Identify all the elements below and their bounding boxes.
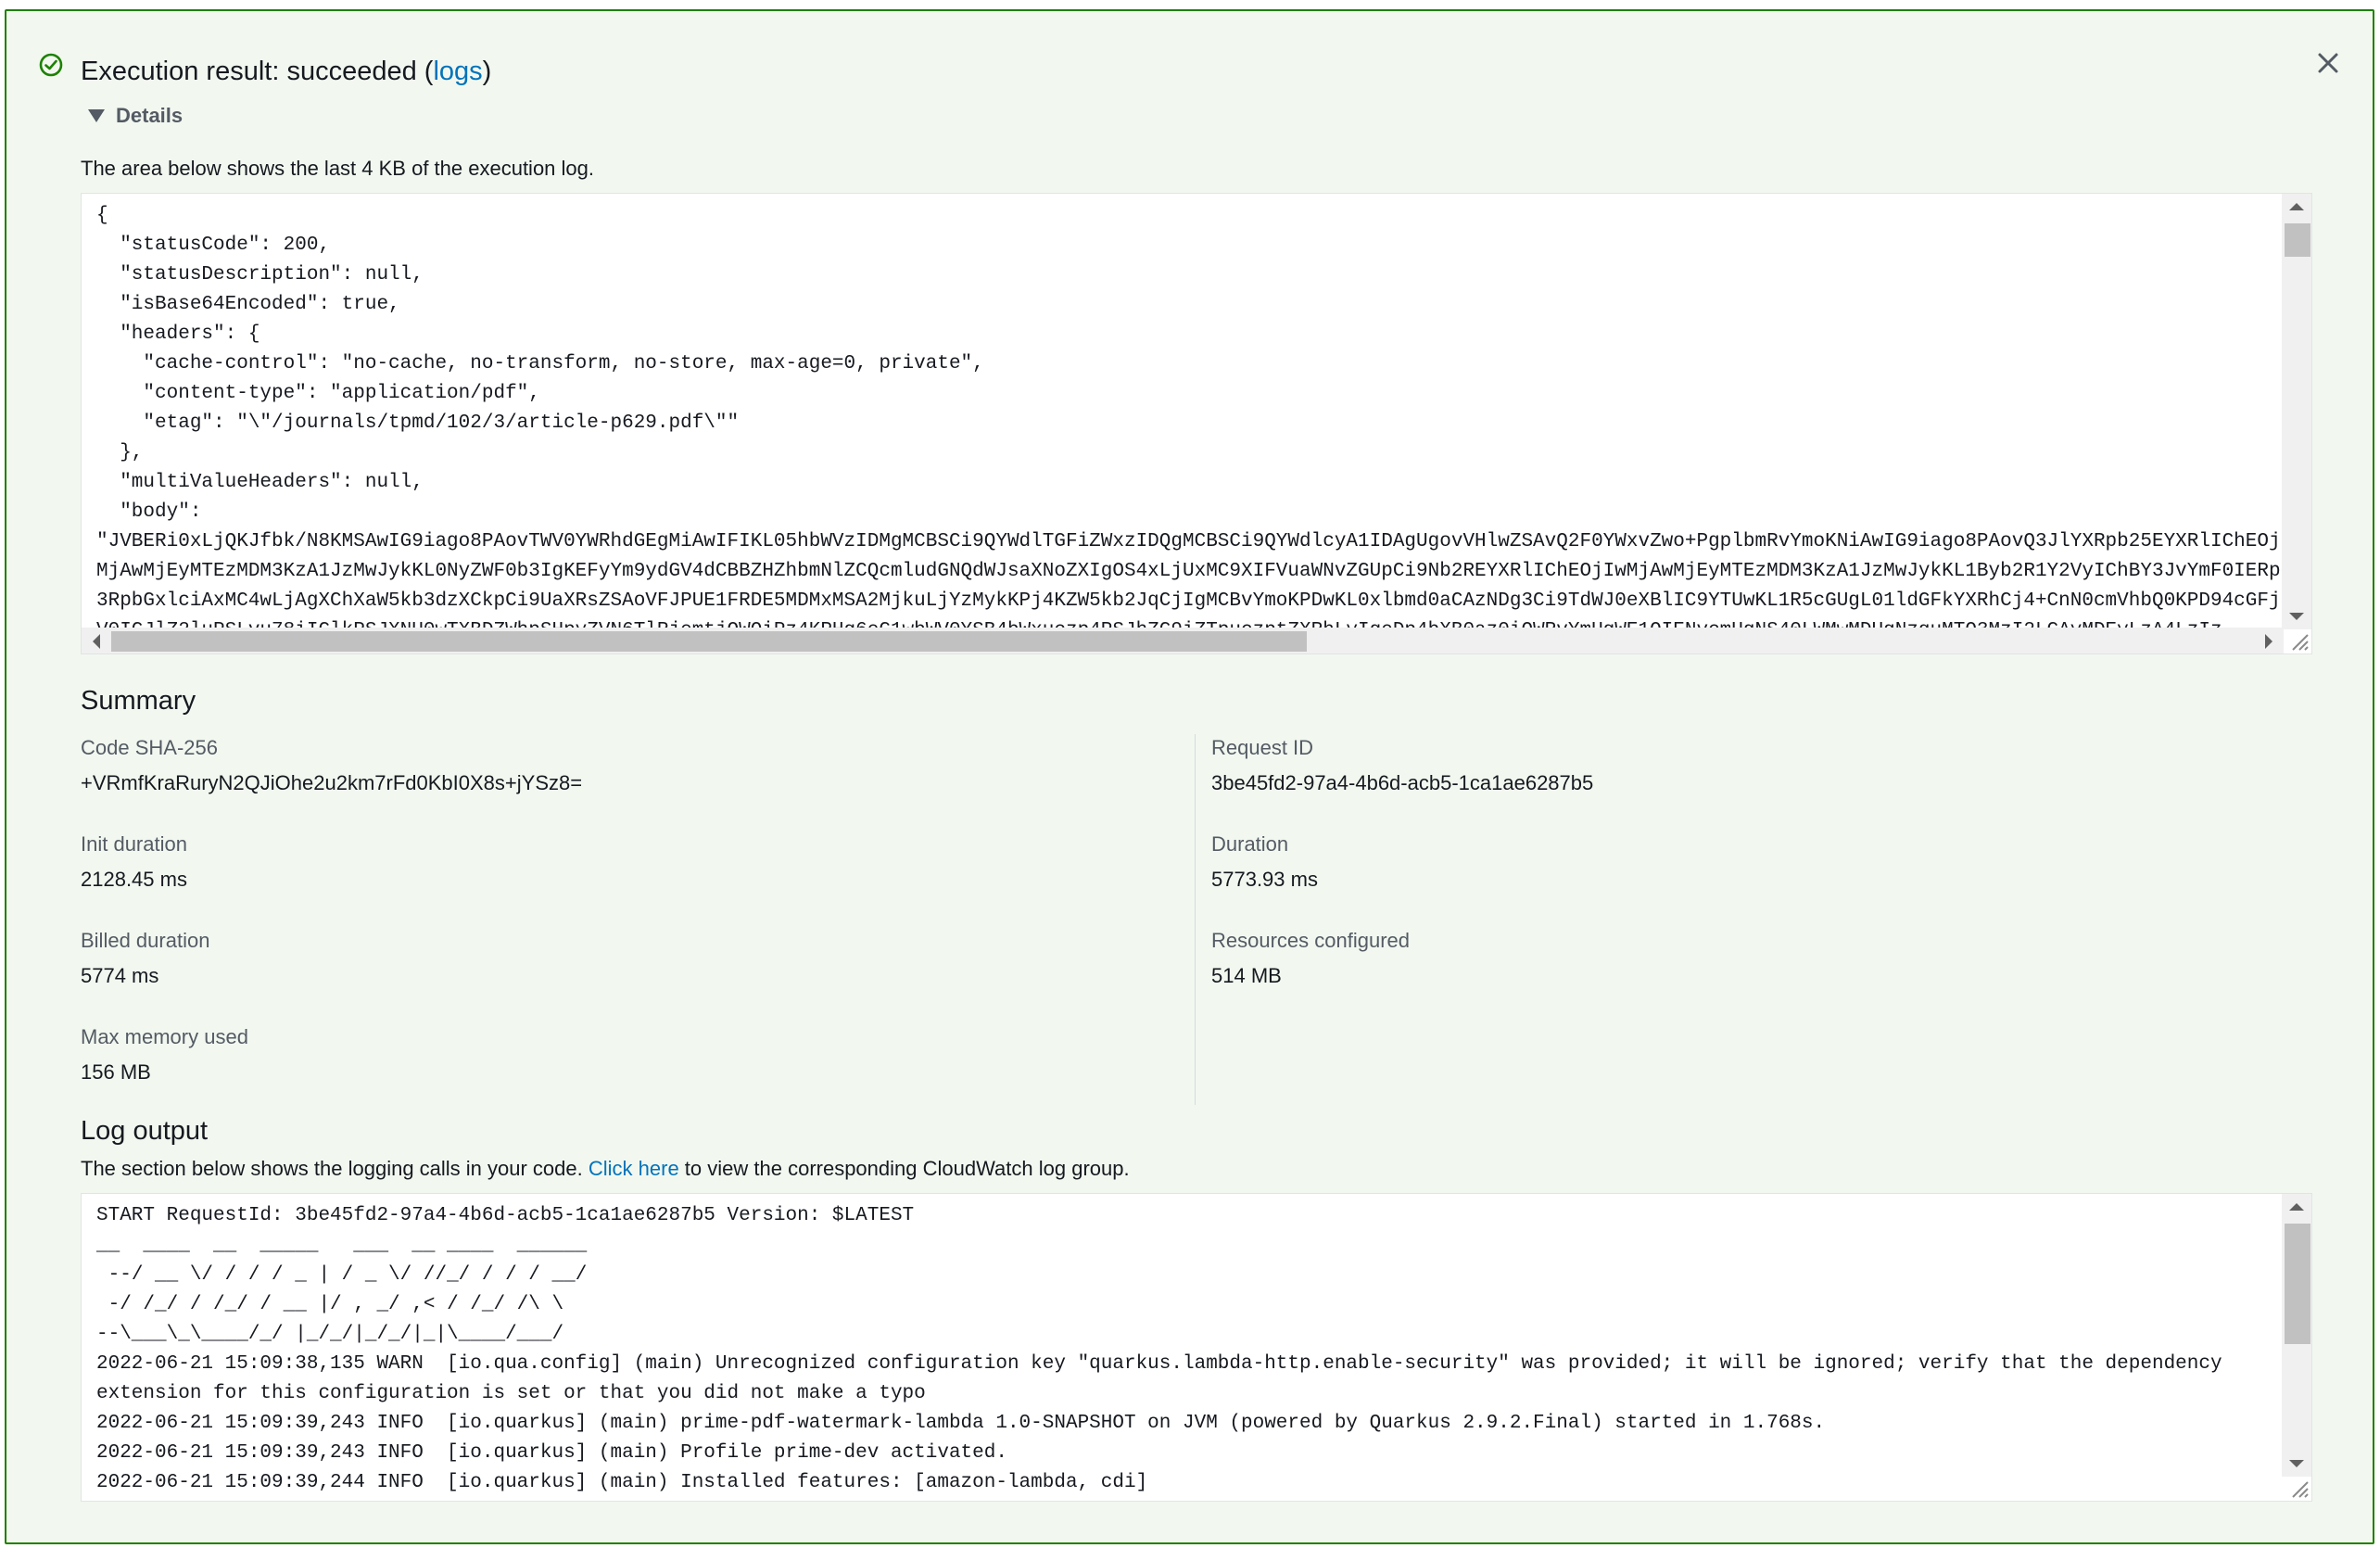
summary-heading: Summary <box>81 686 196 716</box>
summary-label: Request ID <box>1211 736 1314 759</box>
summary-item: Duration 5773.93 ms <box>1211 831 2323 894</box>
summary-value: 2128.45 ms <box>81 868 187 891</box>
result-title-prefix: Execution result: succeeded ( <box>81 57 434 86</box>
cloudwatch-link[interactable]: Click here <box>589 1157 679 1180</box>
execution-log-description: The area below shows the last 4 KB of th… <box>81 157 594 180</box>
scroll-down-icon[interactable] <box>2289 1460 2304 1469</box>
logs-link[interactable]: logs <box>433 57 482 86</box>
horizontal-scrollbar[interactable] <box>82 628 2284 653</box>
scroll-right-icon[interactable] <box>2265 634 2274 649</box>
summary-label: Init duration <box>81 832 187 856</box>
caret-down-icon <box>88 109 105 122</box>
summary-label: Resources configured <box>1211 929 1411 952</box>
result-title: Execution result: succeeded (logs) <box>81 56 491 87</box>
summary-label: Billed duration <box>81 929 210 952</box>
summary-label: Max memory used <box>81 1025 248 1048</box>
summary-item: Max memory used 156 MB <box>81 1023 1193 1086</box>
summary-label: Duration <box>1211 832 1289 856</box>
summary-value: 3be45fd2-97a4-4b6d-acb5-1ca1ae6287b5 <box>1211 771 1594 794</box>
summary-value: 5774 ms <box>81 964 159 987</box>
result-json-textarea[interactable]: { "statusCode": 200, "statusDescription"… <box>81 193 2312 654</box>
result-title-suffix: ) <box>482 57 492 86</box>
summary-item: Init duration 2128.45 ms <box>81 831 1193 894</box>
summary-item: Resources configured 514 MB <box>1211 927 2323 990</box>
summary-item: Billed duration 5774 ms <box>81 927 1193 990</box>
vertical-scrollbar[interactable] <box>2282 194 2311 629</box>
log-desc-suffix: to view the corresponding CloudWatch log… <box>678 1157 1130 1180</box>
column-divider <box>1195 734 1196 1105</box>
summary-value: 5773.93 ms <box>1211 868 1318 891</box>
log-output-heading: Log output <box>81 1116 209 1146</box>
execution-result-panel: Execution result: succeeded (logs) Detai… <box>5 9 2374 1544</box>
summary-label: Code SHA-256 <box>81 736 218 759</box>
log-desc-prefix: The section below shows the logging call… <box>81 1157 589 1180</box>
summary-value: 156 MB <box>81 1060 151 1084</box>
summary-item: Request ID 3be45fd2-97a4-4b6d-acb5-1ca1a… <box>1211 734 2323 797</box>
summary-value: 514 MB <box>1211 964 1282 987</box>
log-output-description: The section below shows the logging call… <box>81 1157 1130 1181</box>
scrollbar-thumb[interactable] <box>2285 1224 2310 1344</box>
details-toggle[interactable]: Details <box>88 104 183 128</box>
scroll-down-icon[interactable] <box>2289 613 2304 622</box>
log-output-text: START RequestId: 3be45fd2-97a4-4b6d-acb5… <box>96 1205 2222 1493</box>
summary-value: +VRmfKraRuryN2QJiOhe2u2km7rFd0KbI0X8s+jY… <box>81 771 583 794</box>
scroll-up-icon[interactable] <box>2289 1201 2304 1211</box>
resize-handle-icon[interactable] <box>2287 1477 2310 1499</box>
scrollbar-thumb[interactable] <box>2285 223 2310 257</box>
scroll-left-icon[interactable] <box>91 634 100 649</box>
scrollbar-thumb[interactable] <box>111 631 1307 652</box>
scroll-up-icon[interactable] <box>2289 201 2304 210</box>
close-icon[interactable] <box>2311 46 2345 80</box>
check-circle-icon <box>39 53 63 77</box>
vertical-scrollbar[interactable] <box>2282 1194 2311 1477</box>
resize-handle-icon[interactable] <box>2287 629 2310 652</box>
summary-item: Code SHA-256 +VRmfKraRuryN2QJiOhe2u2km7r… <box>81 734 1193 797</box>
log-output-textarea[interactable]: START RequestId: 3be45fd2-97a4-4b6d-acb5… <box>81 1193 2312 1502</box>
result-json-text: { "statusCode": 200, "statusDescription"… <box>96 205 2304 641</box>
details-label: Details <box>116 104 184 127</box>
